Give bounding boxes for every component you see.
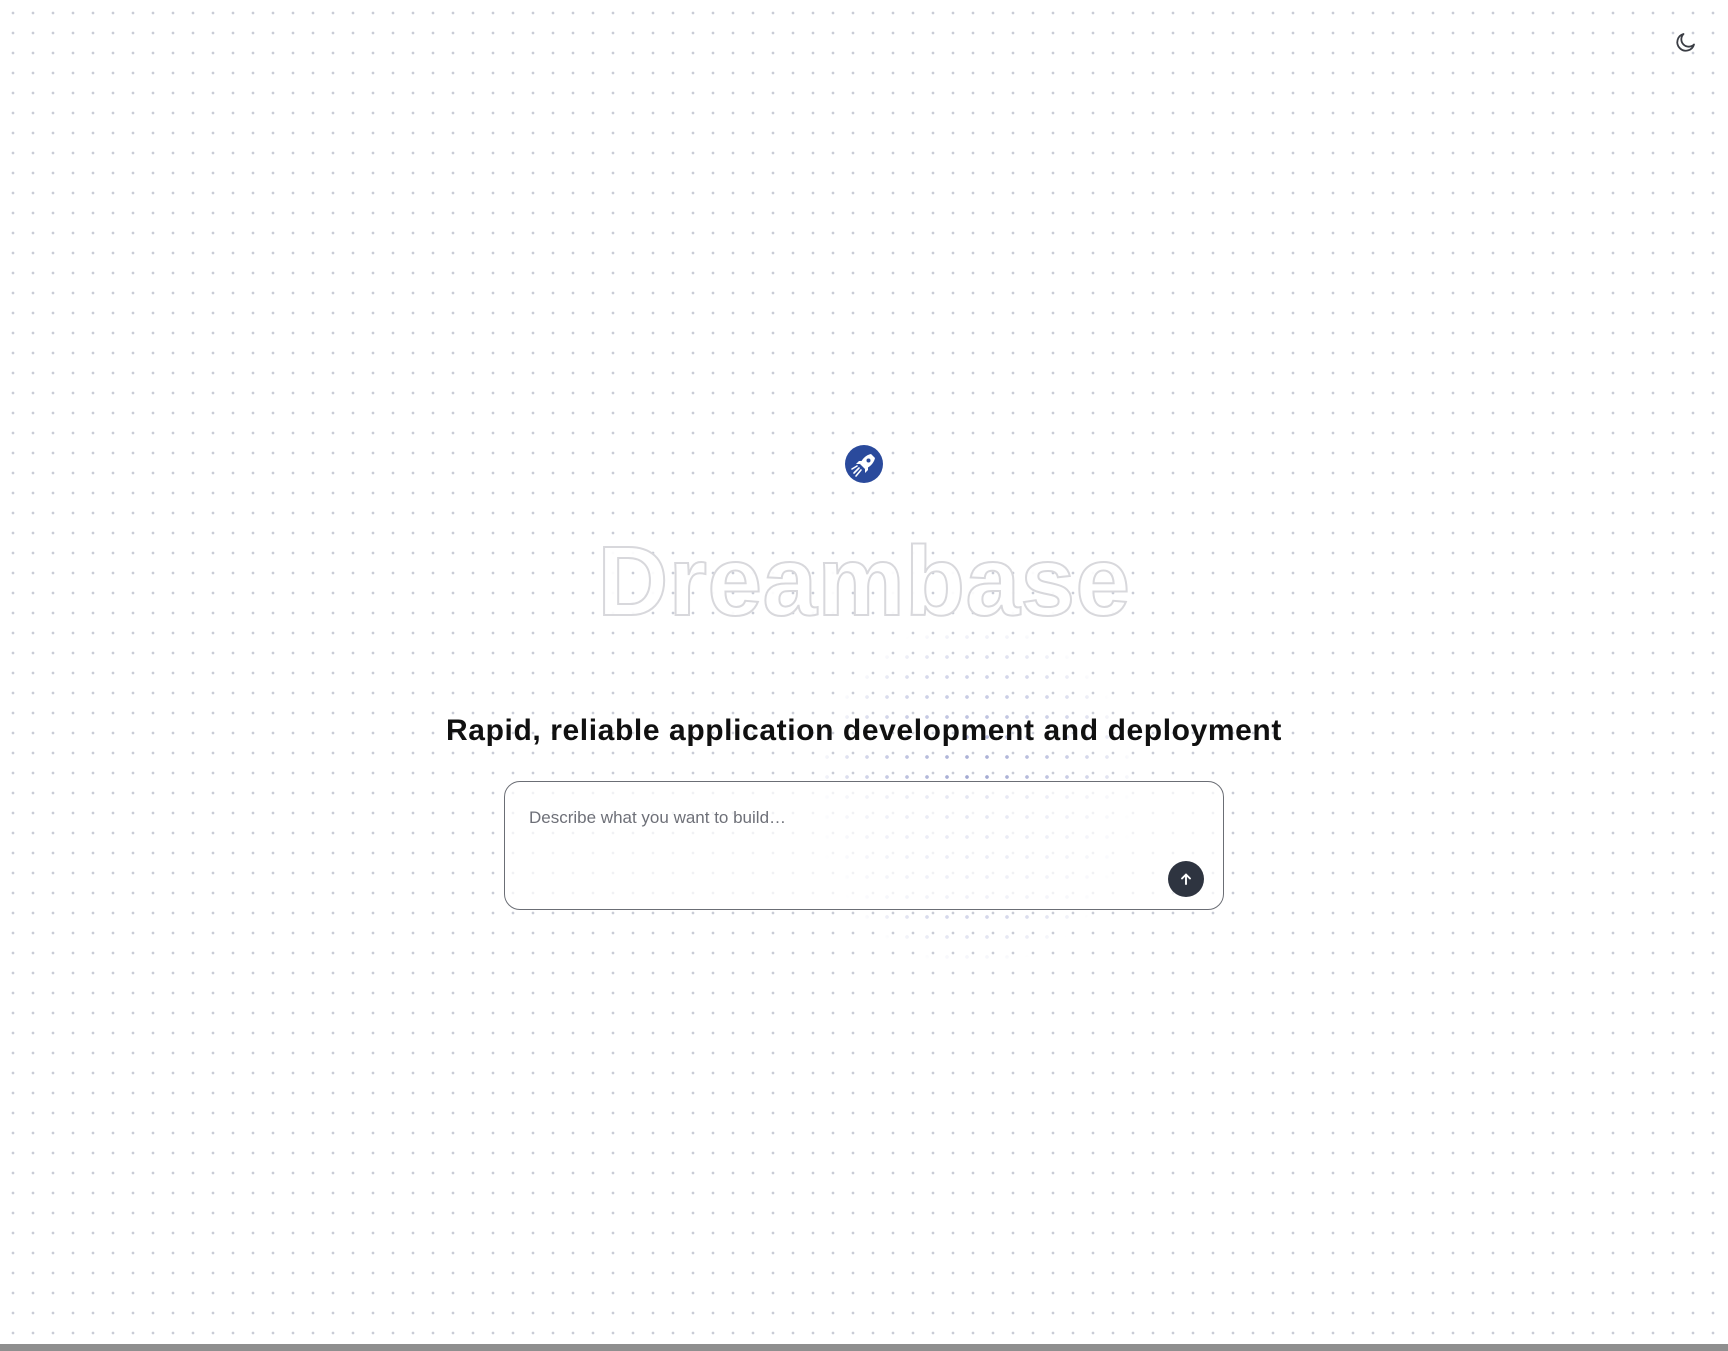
app-logo	[843, 444, 885, 486]
prompt-input[interactable]	[529, 806, 1129, 830]
arrow-up-icon	[1181, 873, 1191, 885]
bottom-scrollbar-strip	[0, 1344, 1728, 1351]
page-tagline: Rapid, reliable application development …	[446, 714, 1282, 747]
theme-toggle-button[interactable]	[1672, 28, 1700, 56]
send-button[interactable]	[1168, 861, 1204, 897]
prompt-composer	[504, 781, 1224, 910]
brand-wordmark: Dreambase	[597, 525, 1131, 637]
moon-icon	[1676, 33, 1695, 52]
rocket-icon	[845, 445, 883, 483]
